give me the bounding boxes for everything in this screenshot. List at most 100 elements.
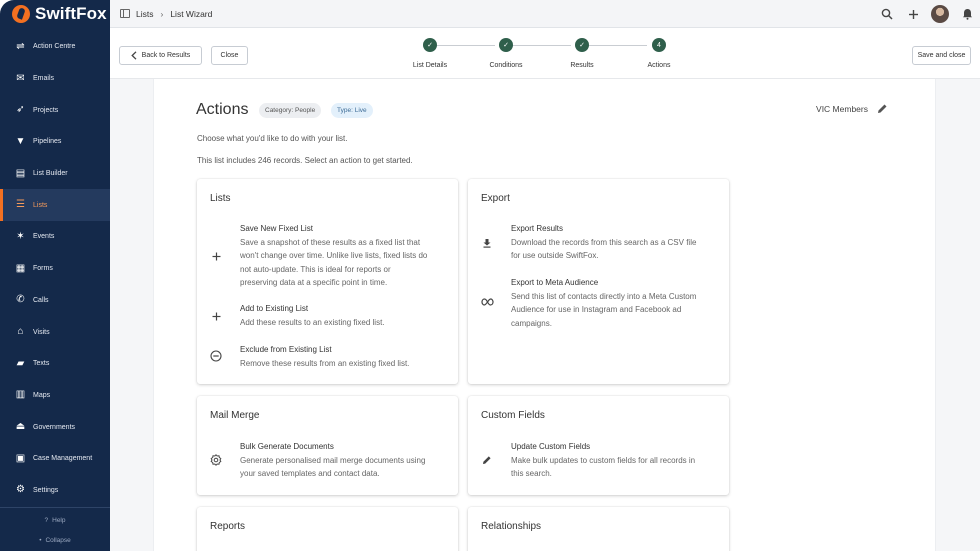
check-icon: ✓ [575, 38, 589, 52]
map-icon: ▥ [15, 389, 26, 401]
action-description-line: Audience for use in Instagram and Facebo… [511, 305, 682, 315]
action-description-line: Make bulk updates to custom fields for a… [511, 456, 696, 465]
action-description: Make bulk updates to custom fields for a… [511, 454, 695, 481]
phone-icon: ✆ [16, 294, 25, 306]
action-description-line: not auto-update. This is ideal for repor… [240, 264, 391, 274]
sidebar-item-list-builder[interactable]: ▤ List Builder [0, 158, 110, 190]
action-title: Save New Fixed List [240, 224, 313, 233]
pencil-icon[interactable] [877, 103, 888, 114]
case-icon: ▣ [15, 452, 26, 464]
sidebar-item-emails[interactable]: ✉ Emails [0, 63, 110, 95]
sidebar-item-label: Emails [33, 75, 55, 83]
check-icon: ✓ [499, 38, 513, 52]
close-button[interactable]: Close [211, 46, 248, 65]
sidebar-item-texts[interactable]: ▰ Texts [0, 348, 110, 380]
sidebar-item-action-centre[interactable]: ⇌ Action Centre [0, 31, 110, 63]
step-label: Actions [647, 62, 671, 69]
list-name-area: VIC Members [816, 103, 888, 114]
action-description-line: won't change over time. Unlike live list… [240, 251, 428, 261]
update-custom-fields-action[interactable]: Update Custom Fields Make bulk updates t… [468, 442, 719, 478]
plus-icon [209, 309, 223, 323]
step-label: List Details [412, 62, 448, 69]
close-label: Close [220, 52, 239, 59]
action-description-line: Remove these results from an existing fi… [240, 359, 410, 368]
app-logo[interactable]: SwiftFox [0, 0, 110, 28]
back-to-results-label: Back to Results [141, 52, 191, 59]
exclude-from-existing-list-action[interactable]: Exclude from Existing List Remove these … [197, 345, 448, 371]
action-description-line: preserving data at a specific point in t… [240, 277, 388, 287]
sidebar-item-calls[interactable]: ✆ Calls [0, 285, 110, 317]
meta-icon [480, 295, 494, 309]
avatar[interactable] [931, 5, 949, 23]
list-builder-icon: ▤ [15, 167, 26, 179]
sidebar-item-visits[interactable]: ⌂ Visits [0, 316, 110, 348]
mail-merge-card: Mail Merge Bulk Generate Documents Gener… [197, 396, 458, 495]
type-chip: Type: Live [331, 103, 373, 118]
sidebar-item-projects[interactable]: ➶ Projects [0, 94, 110, 126]
sidebar-nav: ⇌ Action Centre ✉ Emails ➶ Projects ▼ Pipelines… [0, 31, 110, 506]
action-description: Save a snapshot of these results as a fi… [240, 236, 427, 289]
chat-icon: ▰ [16, 357, 25, 369]
sidebar-item-settings[interactable]: ⚙ Settings [0, 475, 110, 507]
card-title: Relationships [481, 521, 542, 532]
wizard-stepper: ✓ List Details ✓ Conditions ✓ Results 4 … [398, 38, 670, 72]
sidebar-item-pipelines[interactable]: ▼ Pipelines [0, 126, 110, 158]
step-conditions[interactable]: ✓ Conditions [476, 38, 536, 69]
card-title: Reports [210, 521, 246, 532]
help-icon: ? [44, 516, 49, 524]
collapse-icon: • [39, 536, 42, 544]
relationships-card: Relationships [468, 507, 729, 551]
sidebar-item-maps[interactable]: ▥ Maps [0, 380, 110, 412]
card-title: Custom Fields [481, 410, 545, 421]
plus-icon [209, 249, 223, 263]
funnel-icon: ▼ [15, 135, 26, 147]
action-title: Export Results [511, 224, 564, 233]
top-bar: Lists › List Wizard [110, 0, 980, 28]
page-title: Actions [196, 101, 249, 118]
action-description-line: Send this list of contacts directly into… [511, 292, 697, 301]
save-and-close-button[interactable]: Save and close [912, 46, 971, 65]
search-icon[interactable] [874, 0, 900, 28]
action-description-line: this search. [511, 469, 552, 479]
record-count-note: This list includes 246 records. Select a… [197, 156, 413, 165]
export-card: Export Export Results Download the recor… [468, 179, 729, 384]
bulk-generate-documents-action[interactable]: Bulk Generate Documents Generate persona… [197, 442, 448, 478]
breadcrumb-list-wizard: List Wizard [170, 8, 213, 19]
sidebar-item-label: List Builder [33, 170, 68, 178]
sidebar-item-label: Governments [33, 423, 76, 431]
sidebar-item-lists[interactable]: ☰ Lists [0, 189, 110, 222]
house-icon: ⌂ [17, 326, 24, 338]
sidebar-item-forms[interactable]: ▦ Forms [0, 253, 110, 285]
sidebar-item-case-management[interactable]: ▣ Case Management [0, 443, 110, 475]
gear-icon: ⚙ [16, 484, 25, 496]
help-link[interactable]: ? Help [0, 512, 110, 528]
sidebar-item-governments[interactable]: ⏏ Governments [0, 411, 110, 443]
step-results[interactable]: ✓ Results [552, 38, 612, 69]
action-description: Generate personalised mail merge documen… [240, 454, 425, 481]
card-title: Mail Merge [210, 410, 260, 421]
save-and-close-label: Save and close [917, 52, 966, 59]
action-title: Bulk Generate Documents [240, 442, 334, 451]
wizard-header: Back to Results Close ✓ List Details ✓ C… [110, 28, 980, 79]
collapse-button[interactable]: • Collapse [0, 532, 110, 548]
step-label: Results [570, 62, 594, 69]
export-results-action[interactable]: Export Results Download the records from… [468, 224, 719, 260]
chevron-left-icon [130, 51, 137, 60]
plus-icon[interactable] [900, 0, 926, 28]
save-new-fixed-list-action[interactable]: Save New Fixed List Save a snapshot of t… [197, 224, 448, 289]
government-icon: ⏏ [15, 421, 26, 433]
sidebar-item-label: Maps [33, 391, 51, 399]
lists-card: Lists Save New Fixed List Save a snapsho… [197, 179, 458, 384]
sidebar-item-events[interactable]: ✶ Events [0, 221, 110, 253]
sidebar-item-label: Forms [33, 265, 53, 273]
action-description: Remove these results from an existing fi… [240, 357, 409, 370]
breadcrumb-lists[interactable]: Lists [136, 9, 153, 19]
bell-icon[interactable] [954, 0, 980, 28]
back-to-results-button[interactable]: Back to Results [119, 46, 202, 65]
add-to-existing-list-action[interactable]: Add to Existing List Add these results t… [197, 304, 448, 330]
step-list-details[interactable]: ✓ List Details [400, 38, 460, 69]
email-icon: ✉ [16, 72, 25, 84]
export-to-meta-audience-action[interactable]: Export to Meta Audience Send this list o… [468, 278, 719, 328]
step-actions[interactable]: 4 Actions [629, 38, 689, 69]
badge-icon [209, 453, 223, 467]
